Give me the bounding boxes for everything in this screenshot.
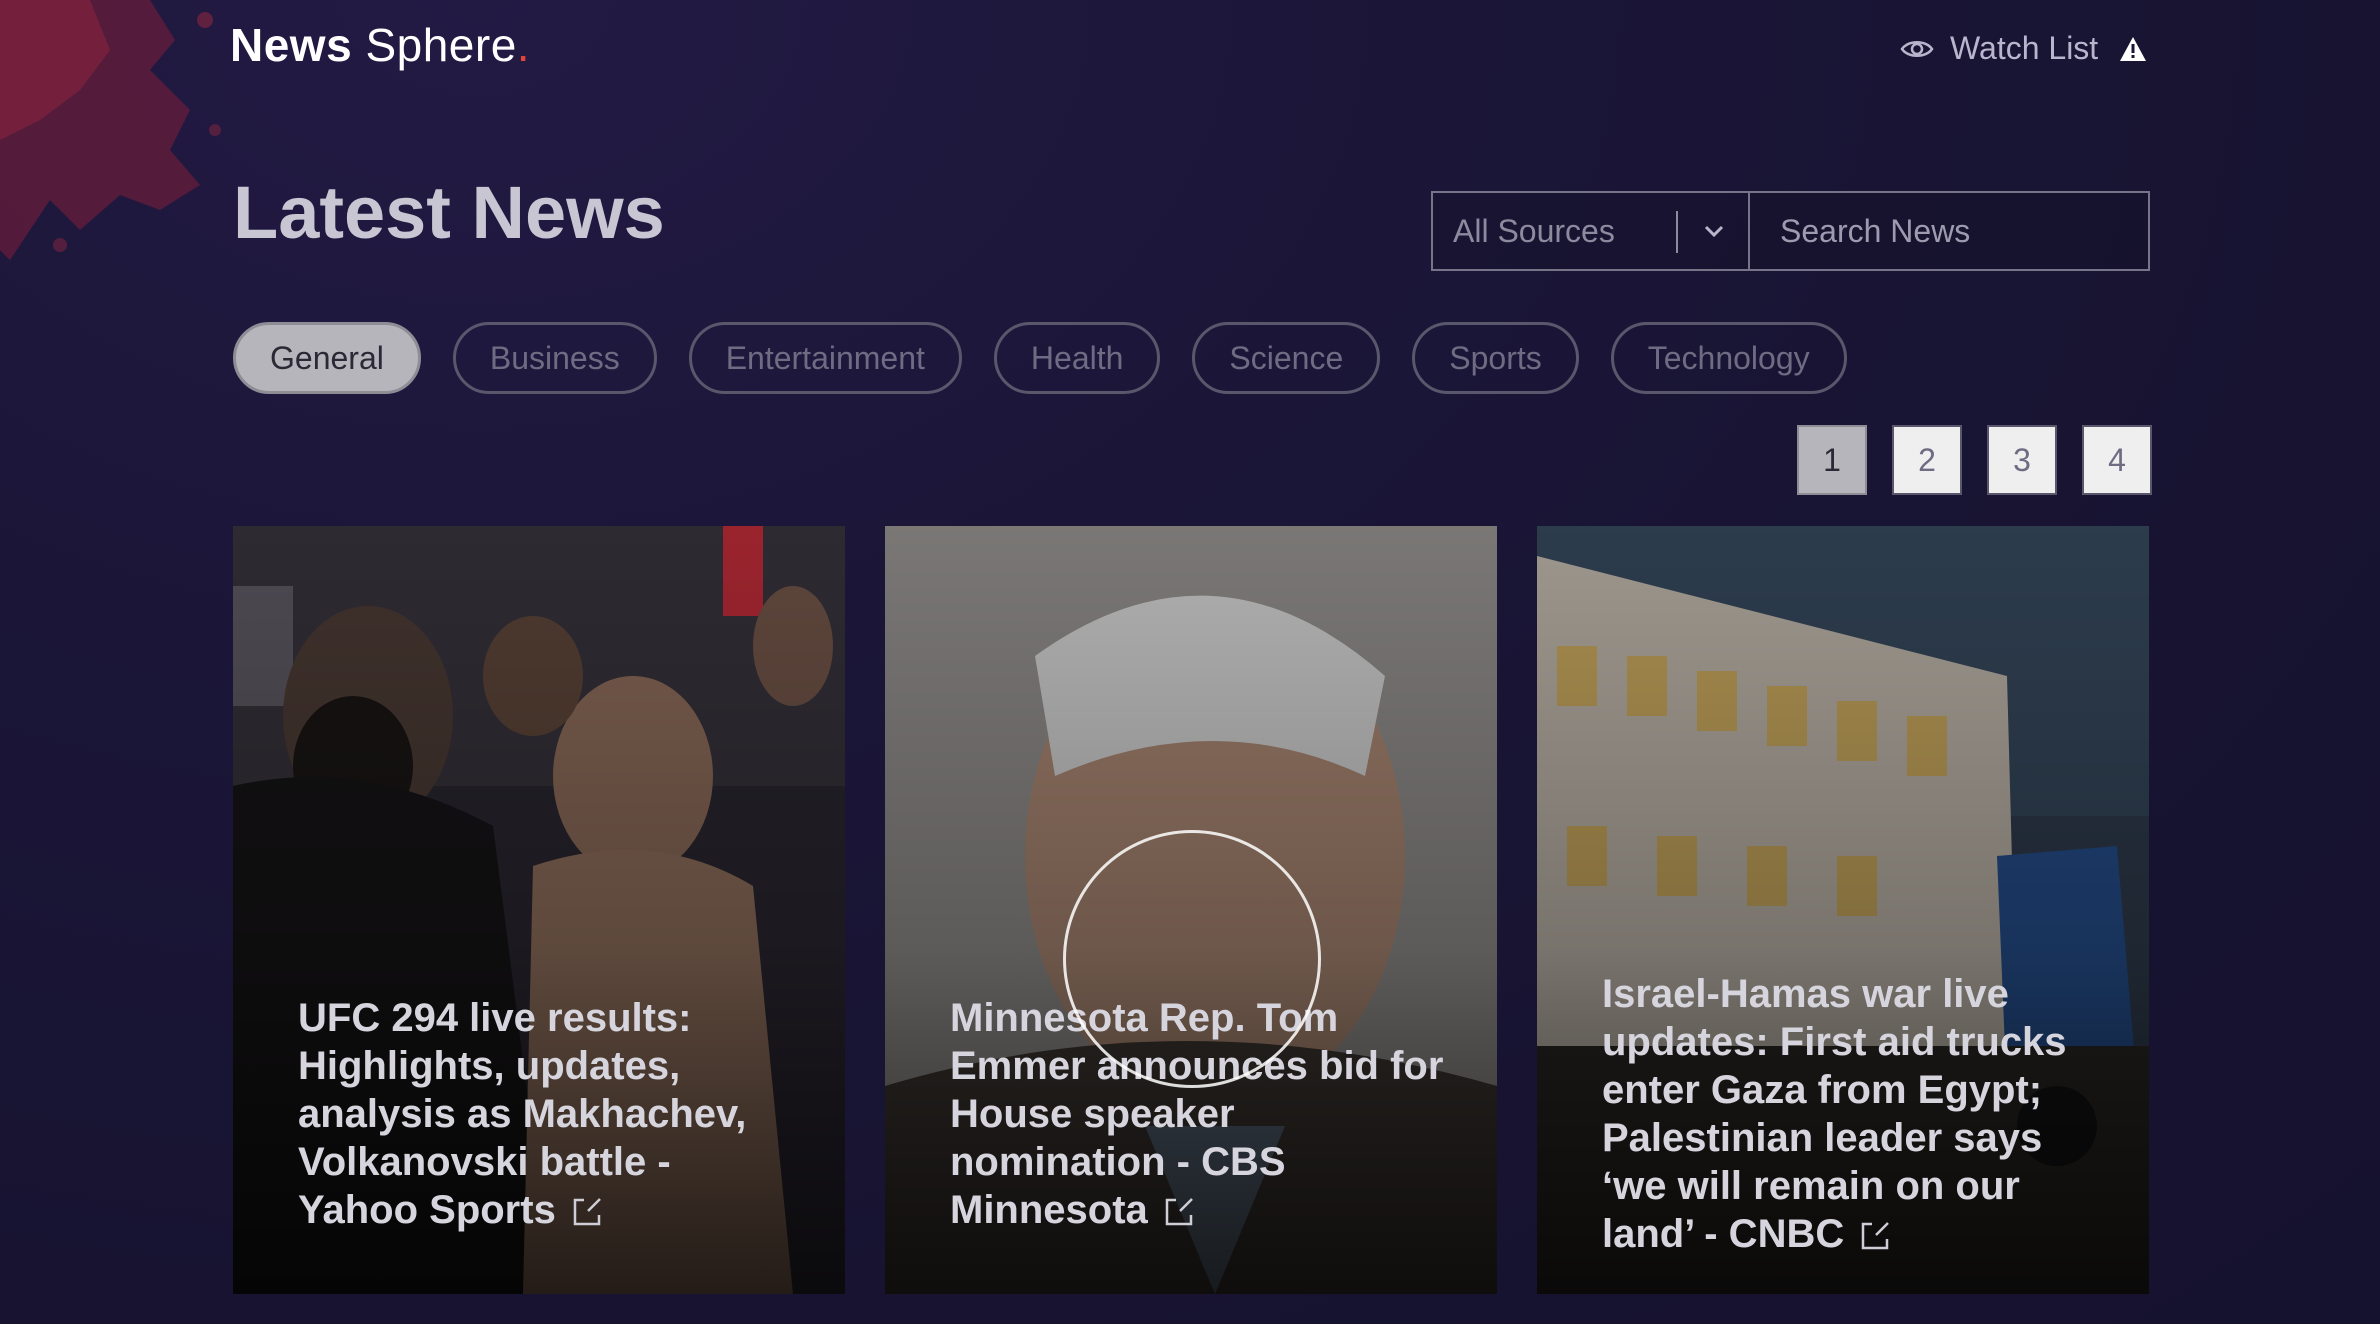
headline-text: Israel-Hamas war live updates: First aid…: [1602, 972, 2067, 1256]
article-headline[interactable]: Minnesota Rep. Tom Emmer announces bid f…: [950, 994, 1447, 1234]
category-chip-science[interactable]: Science: [1192, 322, 1381, 394]
news-filter-bar: All Sources: [1431, 191, 2150, 271]
search-box: [1750, 193, 2148, 269]
page-button-4[interactable]: 4: [2082, 425, 2152, 495]
news-card[interactable]: UFC 294 live results: Highlights, update…: [233, 526, 845, 1294]
eye-icon: [1900, 40, 1934, 57]
category-chip-technology[interactable]: Technology: [1610, 322, 1847, 394]
background-splash: [0, 0, 221, 260]
chevron-down-icon[interactable]: [1699, 215, 1729, 247]
logo-light-text: Sphere: [365, 19, 517, 71]
category-chip-entertainment[interactable]: Entertainment: [688, 322, 962, 394]
category-chip-sports[interactable]: Sports: [1412, 322, 1579, 394]
news-card[interactable]: Israel-Hamas war live updates: First aid…: [1537, 526, 2149, 1294]
news-card[interactable]: Minnesota Rep. Tom Emmer announces bid f…: [885, 526, 1497, 1294]
source-select[interactable]: All Sources: [1433, 193, 1750, 269]
headline-text: Minnesota Rep. Tom Emmer announces bid f…: [950, 996, 1444, 1232]
warning-icon: [2120, 36, 2147, 61]
category-chips: General Business Entertainment Health Sc…: [233, 322, 1847, 394]
article-headline[interactable]: UFC 294 live results: Highlights, update…: [298, 994, 795, 1234]
page-title: Latest News: [233, 171, 665, 254]
category-chip-health[interactable]: Health: [993, 322, 1161, 394]
watch-list-link[interactable]: Watch List: [1900, 30, 2148, 67]
logo-bold-text: News: [230, 19, 353, 71]
category-chip-business[interactable]: Business: [452, 322, 657, 394]
headline-text: UFC 294 live results: Highlights, update…: [298, 996, 747, 1232]
news-grid: UFC 294 live results: Highlights, update…: [233, 526, 2149, 1294]
article-headline[interactable]: Israel-Hamas war live updates: First aid…: [1602, 970, 2099, 1258]
search-input[interactable]: [1780, 212, 2148, 250]
source-select-value: All Sources: [1453, 212, 1615, 249]
pagination: 1 2 3 4: [1797, 425, 2152, 495]
select-divider: [1676, 211, 1678, 253]
page-button-2[interactable]: 2: [1892, 425, 1962, 495]
logo-dot: .: [516, 19, 531, 71]
watch-list-label: Watch List: [1950, 30, 2099, 66]
app-logo[interactable]: News Sphere.: [230, 18, 530, 72]
external-link-icon[interactable]: [1858, 1219, 1892, 1253]
external-link-icon[interactable]: [570, 1195, 604, 1229]
external-link-icon[interactable]: [1162, 1195, 1196, 1229]
page-button-3[interactable]: 3: [1987, 425, 2057, 495]
page-button-1[interactable]: 1: [1797, 425, 1867, 495]
category-chip-general[interactable]: General: [233, 322, 421, 394]
